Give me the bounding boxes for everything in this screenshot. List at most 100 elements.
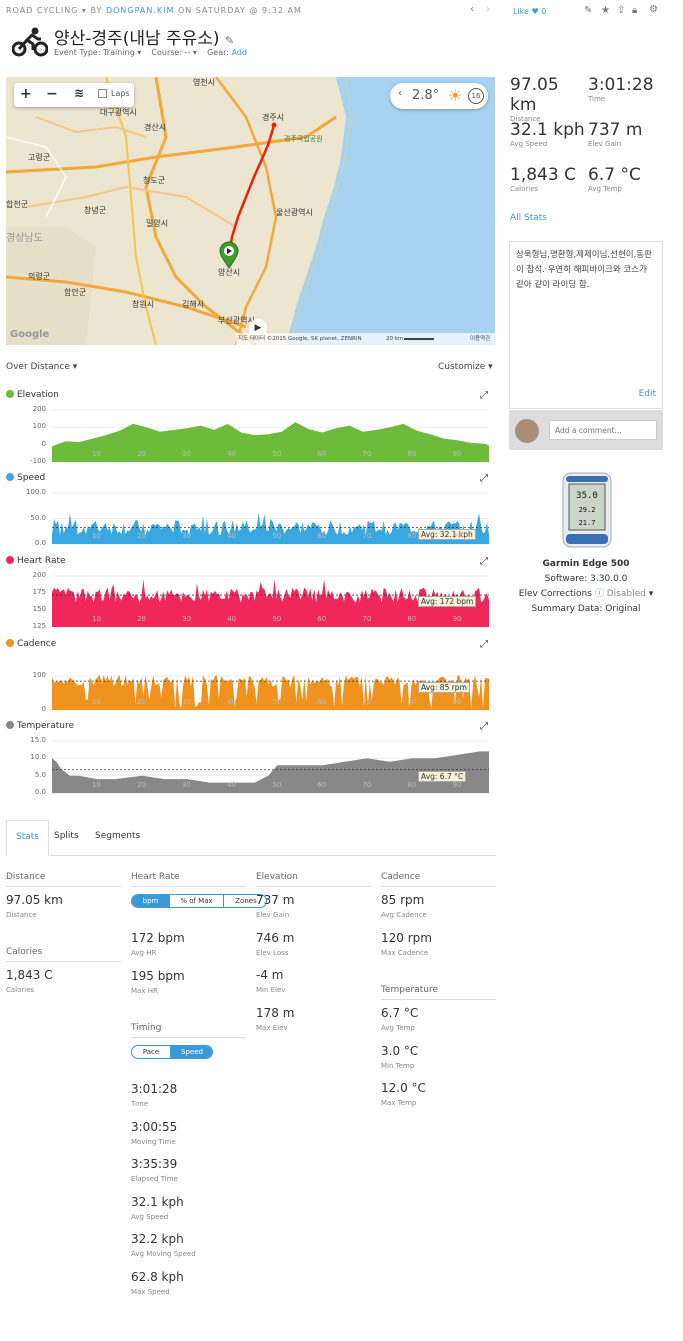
like-button[interactable]: Like ♥ 0: [513, 7, 546, 16]
x-tick-label: 50: [272, 698, 282, 706]
course-value[interactable]: --: [185, 48, 191, 57]
activity-map[interactable]: + − ≋ Laps ‹ 2.8° ☀ 16 영천시 대구광역시 경산시 경주시…: [6, 77, 495, 345]
x-tick-label: 90: [452, 615, 462, 623]
activity-meta: ROAD CYCLING ▾ BY DONGPAN.KIM ON SATURDA…: [6, 6, 302, 15]
max-hr-value: 195 bpm: [131, 969, 185, 983]
calories-label: Calories: [6, 986, 35, 994]
like-count: 0: [541, 7, 547, 16]
stat-label: Min Elev: [256, 986, 286, 994]
legend-dot: [6, 639, 14, 647]
distance-header: Distance: [6, 872, 121, 887]
summary-time: 3:01:28 Time: [588, 75, 668, 103]
stat-value: 62.8 kph: [131, 1269, 184, 1284]
stat-label: Avg Temp: [381, 1024, 415, 1032]
heart-rate-header: Heart Rate: [131, 872, 246, 887]
x-tick-label: 30: [182, 450, 192, 458]
chart-title: Temperature: [6, 721, 74, 731]
toggle-speed[interactable]: Speed: [170, 1046, 212, 1058]
heart-icon: ♥: [531, 7, 539, 16]
legend-dot: [6, 721, 14, 729]
chart-title: Elevation: [6, 390, 59, 400]
event-type-label: Event Type:: [54, 48, 101, 57]
x-tick-label: 50: [272, 781, 282, 789]
average-label: Avg: 32.1 kph: [418, 528, 476, 540]
x-tick-label: 80: [407, 781, 417, 789]
start-marker-icon[interactable]: [219, 241, 239, 269]
summary-avg-speed: 32.1 kph Avg Speed: [510, 120, 590, 148]
activity-type-dropdown[interactable]: ROAD CYCLING: [6, 6, 78, 15]
x-tick-label: 40: [227, 450, 237, 458]
x-tick-label: 80: [407, 532, 417, 540]
next-arrow-icon[interactable]: ›: [486, 4, 490, 15]
x-tick-label: 20: [137, 781, 147, 789]
map-terms[interactable]: 이용약관: [470, 333, 490, 345]
legend-dot: [6, 473, 14, 481]
avg-hr-value: 172 bpm: [131, 931, 185, 945]
x-tick-label: 60: [317, 532, 327, 540]
tab-stats[interactable]: Stats: [6, 820, 49, 856]
toggle-pace[interactable]: Pace: [132, 1046, 170, 1058]
customize-dropdown[interactable]: Customize ▾: [438, 362, 493, 372]
summary-elev-gain: 737 m Elev Gain: [588, 120, 668, 148]
toggle-bpm[interactable]: bpm: [132, 895, 169, 907]
series-area[interactable]: [52, 422, 489, 462]
customize-label: Customize: [438, 362, 486, 372]
stat-label: Elapsed Time: [131, 1175, 178, 1183]
x-tick-label: 30: [182, 781, 192, 789]
elevation-header: Elevation: [256, 872, 371, 887]
edit-pencil-icon[interactable]: ✎: [584, 5, 592, 16]
stat-value: -4 m: [256, 968, 284, 982]
summary-elev-gain-label: Elev Gain: [588, 140, 622, 148]
x-tick-label: 60: [317, 698, 327, 706]
tab-splits[interactable]: Splits: [54, 831, 79, 841]
activity-title[interactable]: 양산-경주(내남 주유소) ✎: [54, 24, 234, 49]
stat-label: Max Speed: [131, 1287, 170, 1296]
stat-label: Avg Speed: [131, 1212, 169, 1221]
x-tick-label: 70: [362, 698, 372, 706]
stat-label: Elev Gain: [256, 911, 290, 919]
x-tick-label: 20: [137, 615, 147, 623]
temperature-header: Temperature: [381, 985, 496, 1000]
place-label: 합천군: [6, 200, 29, 209]
stat-label: Avg Moving Speed: [131, 1250, 196, 1258]
notes-box[interactable]: 상욱형님,명환형,제제이님,선현이,동판이 참석. 우연히 해피바이크와 코스가…: [509, 241, 663, 409]
calories-value: 1,843 C: [6, 968, 53, 982]
stat-label: Max Cadence: [381, 948, 429, 957]
stat-value: 178 m: [256, 1005, 295, 1020]
title-row: 양산-경주(내남 주유소) ✎ Event Type: Training ▾ C…: [12, 24, 512, 64]
summary-elev-gain-value: 737 m: [588, 120, 643, 140]
chart-title: Heart Rate: [6, 556, 66, 566]
x-tick-label: 20: [137, 532, 147, 540]
summary-avg-temp-value: 6.7 °C: [588, 165, 641, 185]
tab-segments[interactable]: Segments: [95, 831, 140, 841]
summary-time-label: Time: [588, 95, 606, 103]
stat-value: 32.2 kph: [131, 1232, 184, 1246]
place-label: 함안군: [64, 288, 87, 297]
event-type-value[interactable]: Training: [103, 48, 135, 57]
summary-distance-value: 97.05 km: [510, 75, 559, 115]
edit-title-icon[interactable]: ✎: [225, 34, 234, 47]
toggle-pct-max[interactable]: % of Max: [169, 895, 223, 907]
share-icon[interactable]: ⇪: [617, 5, 625, 16]
over-distance-dropdown[interactable]: Over Distance ▾: [6, 362, 77, 372]
chart-title-text: Elevation: [17, 390, 59, 400]
all-stats-link[interactable]: All Stats: [510, 213, 547, 223]
gear-icon[interactable]: ⚙: [649, 4, 658, 15]
x-tick-label: 90: [452, 450, 462, 458]
x-tick-label: 60: [317, 450, 327, 458]
place-label: 경산시: [144, 123, 167, 132]
chart-title-text: Cadence: [17, 639, 57, 649]
star-icon[interactable]: ★: [601, 5, 610, 16]
gear-add-link[interactable]: Add: [232, 48, 248, 57]
user-link[interactable]: DONGPAN.KIM: [106, 6, 174, 15]
stat-value: 737 m: [256, 893, 295, 907]
lock-icon[interactable]: 🔒︎: [632, 5, 637, 16]
prev-arrow-icon[interactable]: ‹: [470, 4, 474, 15]
map-scale: 20 km: [386, 336, 404, 342]
place-label: 경상남도: [6, 233, 43, 244]
x-tick-label: 20: [137, 698, 147, 706]
place-label: 대구광역시: [100, 108, 137, 117]
x-tick-label: 40: [227, 532, 237, 540]
cadence-header: Cadence: [381, 872, 496, 887]
stat-label: Min Temp: [381, 1061, 415, 1070]
